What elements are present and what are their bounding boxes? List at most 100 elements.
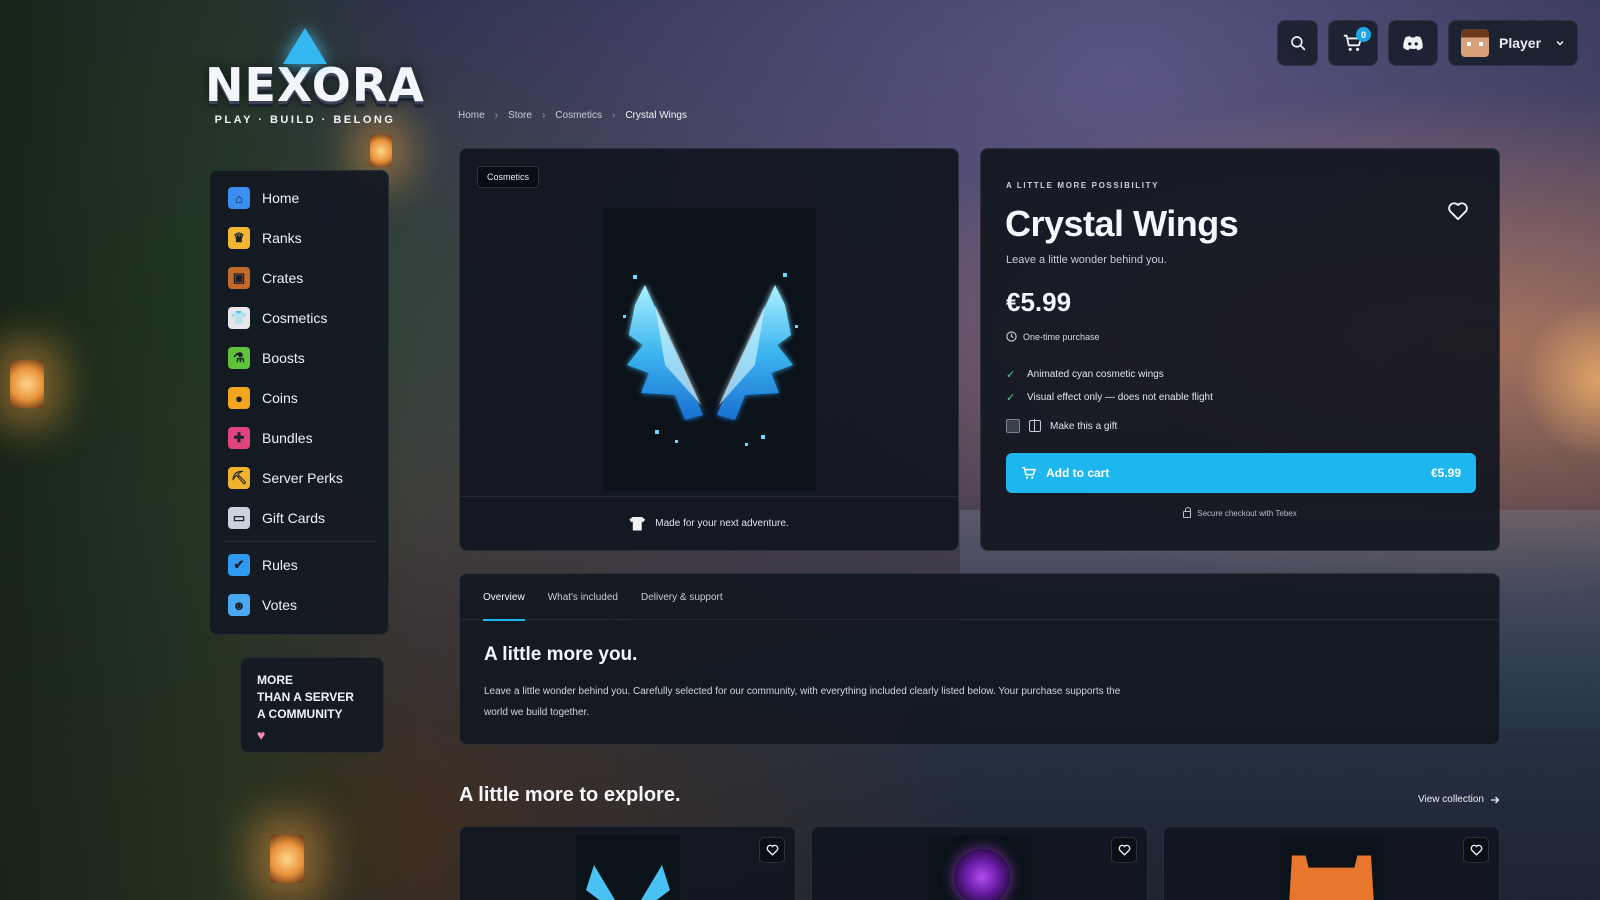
explore-heading: A little more to explore. — [459, 784, 681, 806]
favorite-button[interactable] — [1111, 837, 1137, 863]
discord-icon — [1403, 36, 1423, 51]
view-collection-label: View collection — [1418, 794, 1484, 805]
community-card: MORE THAN A SERVER A COMMUNITY ♥ — [240, 657, 384, 753]
breadcrumb: Home › Store › Cosmetics › Crystal Wings — [458, 110, 687, 121]
favorite-button[interactable] — [759, 837, 785, 863]
crystal-wings-thumbnail — [575, 835, 680, 900]
purchase-type-label: One-time purchase — [1023, 331, 1100, 342]
explore-card[interactable] — [459, 826, 796, 900]
gift-option[interactable]: Make this a gift — [1006, 419, 1117, 433]
background-sunset — [1520, 300, 1600, 460]
crystal-logo-icon — [283, 28, 327, 64]
sidebar-primary-list: ⌂ Home ♛ Ranks ▣ Crates 👕 Cosmetics ⚗ Boosts ● Coin… — [218, 179, 380, 537]
product-image-card: Cosmetics Made for your next adventure. — [459, 148, 959, 551]
product-price: €5.99 — [1006, 287, 1072, 317]
heart-outline-icon — [1470, 844, 1482, 856]
lantern-icon — [10, 360, 44, 408]
image-caption-row: Made for your next adventure. — [460, 496, 958, 550]
overview-body: Leave a little wonder behind you. Carefu… — [484, 686, 1121, 718]
secure-checkout-text: Secure checkout with Tebex — [1197, 508, 1297, 518]
sidebar-nav: ⌂ Home ♛ Ranks ▣ Crates 👕 Cosmetics ⚗ Boosts ● Coin… — [209, 170, 389, 635]
giftcard-icon: ▭ — [228, 507, 250, 529]
explore-card[interactable] — [1163, 826, 1500, 900]
check-icon: ✓ — [1006, 369, 1016, 381]
crystal-wings-image — [622, 272, 798, 446]
lantern-icon — [270, 835, 304, 883]
home-icon: ⌂ — [228, 187, 250, 209]
heart-icon: ♥ — [257, 727, 266, 743]
clock-icon — [1006, 331, 1017, 342]
gift-checkbox[interactable] — [1006, 419, 1020, 433]
lock-icon — [1183, 507, 1192, 518]
wings-thumbnail-image — [585, 865, 670, 900]
potion-icon: ⚗ — [228, 347, 250, 369]
crown-icon: ♛ — [228, 227, 250, 249]
tab-overview[interactable]: Overview — [483, 574, 525, 621]
community-line-3: A COMMUNITY — [257, 707, 343, 721]
purchase-type: One-time purchase — [1006, 331, 1100, 342]
overview-heading: A little more you. — [484, 644, 638, 665]
community-line-1: MORE — [257, 673, 293, 687]
heart-outline-icon — [1448, 202, 1468, 221]
favorite-button[interactable] — [1463, 837, 1489, 863]
sidebar-item-label: Server Perks — [262, 470, 343, 486]
sidebar-item-label: Rules — [262, 557, 298, 573]
category-chip[interactable]: Cosmetics — [477, 166, 540, 188]
top-bar: 0 Player — [1277, 20, 1578, 66]
tab-whats-included[interactable]: What's included — [548, 574, 618, 620]
cart-icon — [1022, 466, 1036, 479]
fox-image — [1287, 855, 1376, 900]
product-eyebrow: A LITTLE MORE POSSIBILITY — [1006, 181, 1160, 190]
discord-button[interactable] — [1388, 20, 1438, 66]
sidebar-item-boosts[interactable]: ⚗ Boosts — [218, 339, 380, 377]
tab-bar: Overview What's included Delivery & supp… — [460, 574, 1499, 621]
sidebar-item-label: Bundles — [262, 430, 313, 446]
breadcrumb-cosmetics[interactable]: Cosmetics — [555, 110, 602, 121]
sidebar-item-ranks[interactable]: ♛ Ranks — [218, 219, 380, 257]
chevron-down-icon — [1556, 40, 1564, 46]
user-menu-button[interactable]: Player — [1448, 20, 1578, 66]
chevron-right-icon: › — [494, 110, 499, 121]
purple-orb-thumbnail — [927, 835, 1032, 900]
favorite-button[interactable] — [1447, 201, 1469, 226]
product-title: Crystal Wings — [1005, 203, 1239, 244]
sidebar-item-coins[interactable]: ● Coins — [218, 379, 380, 417]
product-image — [603, 208, 816, 491]
sidebar-item-home[interactable]: ⌂ Home — [218, 179, 380, 217]
sidebar-item-gift-cards[interactable]: ▭ Gift Cards — [218, 499, 380, 537]
chevron-right-icon: › — [541, 110, 546, 121]
explore-card[interactable] — [811, 826, 1148, 900]
shield-icon: ✔ — [228, 554, 250, 576]
add-to-cart-button[interactable]: Add to cart €5.99 — [1006, 453, 1476, 493]
sidebar-item-rules[interactable]: ✔ Rules — [218, 546, 380, 584]
arrow-right-icon — [1491, 796, 1500, 803]
breadcrumb-store[interactable]: Store — [508, 110, 532, 121]
search-icon — [1290, 36, 1305, 51]
add-to-cart-left: Add to cart — [1021, 465, 1109, 481]
sidebar-item-server-perks[interactable]: ⛏ Server Perks — [218, 459, 380, 497]
tab-delivery-support[interactable]: Delivery & support — [641, 574, 723, 620]
coin-icon: ● — [228, 387, 250, 409]
sidebar-item-crates[interactable]: ▣ Crates — [218, 259, 380, 297]
avatar — [1461, 29, 1489, 57]
chest-icon: ▣ — [228, 267, 250, 289]
add-to-cart-label: Add to cart — [1046, 466, 1110, 480]
sidebar-item-label: Ranks — [262, 230, 302, 246]
heart-outline-icon — [766, 844, 778, 856]
sidebar-item-votes[interactable]: ☻ Votes — [218, 586, 380, 624]
search-button[interactable] — [1277, 20, 1318, 66]
view-collection-link[interactable]: View collection — [1418, 794, 1500, 805]
sidebar-item-bundles[interactable]: ✚ Bundles — [218, 419, 380, 457]
feature-text: Animated cyan cosmetic wings — [1027, 369, 1164, 380]
shirt-icon — [629, 516, 646, 531]
feature-text: Visual effect only — does not enable fli… — [1027, 392, 1213, 403]
feature-item: ✓ Animated cyan cosmetic wings — [1006, 363, 1213, 386]
sidebar-item-cosmetics[interactable]: 👕 Cosmetics — [218, 299, 380, 337]
brand-logo[interactable]: NEXORA PLAY · BUILD · BELONG — [205, 28, 424, 126]
gift-label: Make this a gift — [1050, 420, 1118, 432]
gift-icon — [1029, 419, 1041, 432]
add-to-cart-price: €5.99 — [1430, 466, 1461, 480]
cart-button[interactable]: 0 — [1328, 20, 1378, 66]
brand-tagline: PLAY · BUILD · BELONG — [214, 114, 396, 126]
breadcrumb-home[interactable]: Home — [458, 110, 485, 121]
